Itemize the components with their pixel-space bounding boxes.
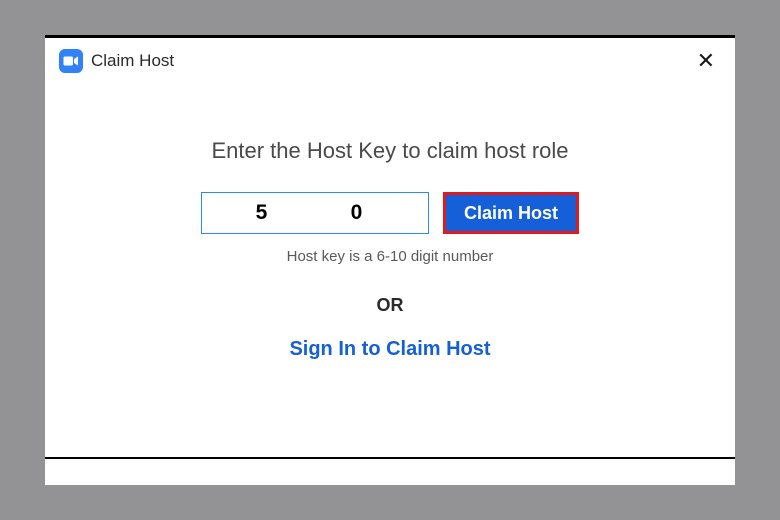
- bottom-separator: [45, 457, 735, 459]
- dialog-content: Enter the Host Key to claim host role Cl…: [45, 86, 735, 381]
- close-button[interactable]: ✕: [693, 48, 719, 74]
- host-key-hint: Host key is a 6-10 digit number: [85, 248, 695, 265]
- or-separator: OR: [85, 295, 695, 316]
- titlebar-left: Claim Host: [59, 49, 174, 73]
- camera-icon: [63, 55, 79, 67]
- claim-host-button[interactable]: Claim Host: [443, 192, 579, 234]
- headline-text: Enter the Host Key to claim host role: [85, 138, 695, 164]
- titlebar: Claim Host ✕: [45, 35, 735, 86]
- dialog-title: Claim Host: [91, 51, 174, 71]
- host-key-input[interactable]: [201, 192, 429, 234]
- claim-host-dialog: Claim Host ✕ Enter the Host Key to claim…: [45, 35, 735, 485]
- zoom-app-icon: [59, 49, 83, 73]
- input-row: Claim Host: [85, 192, 695, 234]
- signin-to-claim-link[interactable]: Sign In to Claim Host: [289, 338, 490, 361]
